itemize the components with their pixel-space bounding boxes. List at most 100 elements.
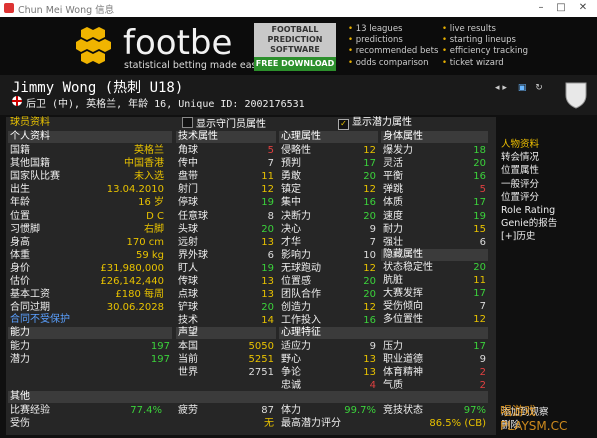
trait-label: 适应力 bbox=[281, 341, 311, 352]
trait-label: 压力 bbox=[383, 341, 403, 352]
free-download-button[interactable]: FREE DOWNLOAD bbox=[254, 57, 336, 71]
ad-features-left: 13 leagues predictions recommended bets … bbox=[348, 24, 439, 69]
technical-value: 11 bbox=[261, 171, 274, 183]
nav-item-genie-report[interactable]: Genie的报告 bbox=[501, 217, 591, 230]
technical-label: 技术 bbox=[178, 315, 198, 327]
technical-row: 头球 20 bbox=[176, 224, 276, 235]
ability-label: 潜力 bbox=[10, 354, 30, 365]
personal-value: D C bbox=[146, 210, 164, 222]
mental-value: 16 bbox=[363, 315, 376, 327]
best-potential-row: 最高潜力评分 86.5% (CB) bbox=[279, 418, 488, 429]
mental-label: 勇敢 bbox=[281, 171, 301, 183]
prev-arrow-icon[interactable]: ◂ bbox=[495, 83, 500, 93]
mental-row: 位置感 20 bbox=[279, 276, 378, 287]
ad-feature: ticket wizard bbox=[442, 58, 528, 69]
nav-item-position-attributes[interactable]: 位置属性 bbox=[501, 164, 591, 177]
hidden-row: 多位置性 12 bbox=[381, 314, 488, 325]
physical-label: 灵活 bbox=[383, 158, 403, 170]
mental-row: 团队合作 20 bbox=[279, 289, 378, 300]
nav-item-role-rating[interactable]: Role Rating bbox=[501, 204, 591, 217]
personal-label: 身价 bbox=[10, 262, 30, 274]
ad-banner[interactable]: footbe statistical betting made easy FOO… bbox=[0, 17, 597, 75]
technical-value: 12 bbox=[261, 184, 274, 196]
refresh-icon[interactable]: ↻ bbox=[535, 83, 543, 93]
contract-protection-link[interactable]: 合同不受保护 bbox=[8, 314, 172, 325]
reputation-header: 声望 bbox=[176, 327, 276, 339]
physical-label: 平衡 bbox=[383, 171, 403, 183]
technical-label: 铲球 bbox=[178, 302, 198, 314]
technical-value: 5 bbox=[267, 145, 274, 156]
injury-row: 受伤 bbox=[8, 418, 164, 429]
close-button[interactable]: ✕ bbox=[575, 1, 591, 15]
mental-label: 决心 bbox=[281, 223, 301, 235]
mental-row: 决断力 20 bbox=[279, 211, 378, 222]
tab-player-info[interactable]: 球员资料 bbox=[8, 117, 168, 129]
trait-value: 2 bbox=[479, 380, 486, 391]
best-potential-label: 最高潜力评分 bbox=[281, 418, 341, 429]
illness-value: 无 bbox=[264, 418, 274, 429]
personal-row: 其他国籍 中国香港 bbox=[8, 158, 166, 169]
injury-label: 受伤 bbox=[10, 418, 30, 429]
nav-item-general-rating[interactable]: 一般评分 bbox=[501, 178, 591, 191]
personal-value: 13.04.2010 bbox=[106, 184, 164, 196]
best-potential-value: 86.5% (CB) bbox=[429, 418, 486, 429]
nav-item-profile[interactable]: 人物资料 bbox=[501, 138, 591, 151]
personal-label: 基本工资 bbox=[10, 289, 50, 301]
mental-value: 10 bbox=[363, 249, 376, 261]
hidden-label: 大赛发挥 bbox=[383, 288, 423, 300]
technical-row: 盯人 19 bbox=[176, 263, 276, 274]
stamina-value: 99.7% bbox=[344, 405, 376, 416]
trait-value: 9 bbox=[369, 341, 376, 352]
physical-value: 18 bbox=[473, 145, 486, 156]
physical-label: 体质 bbox=[383, 197, 403, 209]
next-arrow-icon[interactable]: ▸ bbox=[502, 83, 507, 93]
other-header: 其他 bbox=[8, 391, 488, 403]
app-icon bbox=[4, 3, 14, 13]
mental-value: 12 bbox=[363, 302, 376, 314]
mental-label: 无球跑动 bbox=[281, 262, 321, 274]
maximize-button[interactable]: □ bbox=[553, 1, 569, 15]
personal-label: 年龄 bbox=[10, 197, 30, 209]
mental-row: 集中 16 bbox=[279, 197, 378, 208]
hidden-value: 12 bbox=[473, 314, 486, 326]
toggle-potential-attributes[interactable]: ✓ 显示潜力属性 bbox=[336, 117, 486, 130]
ability-header: 能力 bbox=[8, 327, 172, 339]
trait-row: 气质 2 bbox=[381, 380, 488, 391]
camera-icon[interactable]: ▣ bbox=[518, 83, 527, 93]
mental-value: 17 bbox=[363, 158, 376, 170]
technical-value: 20 bbox=[261, 302, 274, 314]
physical-row: 爆发力 18 bbox=[381, 145, 488, 156]
personal-value: 英格兰 bbox=[134, 145, 164, 156]
mental-label: 工作投入 bbox=[281, 315, 321, 327]
fatigue-label: 疲劳 bbox=[178, 405, 198, 416]
trait-value: 4 bbox=[369, 380, 376, 391]
ad-feature: 13 leagues bbox=[348, 24, 438, 35]
personal-label: 出生 bbox=[10, 184, 30, 196]
nav-item-position-rating[interactable]: 位置评分 bbox=[501, 191, 591, 204]
checkbox-icon[interactable] bbox=[182, 117, 193, 128]
personal-label: 习惯脚 bbox=[10, 223, 40, 235]
technical-label: 远射 bbox=[178, 236, 198, 248]
player-header: Jimmy Wong (热刺 U18) 后卫 (中), 英格兰, 年龄 16, … bbox=[0, 75, 597, 115]
mental-value: 12 bbox=[363, 262, 376, 274]
ad-feature: live results bbox=[442, 24, 528, 35]
technical-label: 盘带 bbox=[178, 171, 198, 183]
physical-value: 5 bbox=[479, 184, 486, 196]
trait-label: 争论 bbox=[281, 367, 301, 378]
technical-row: 角球 5 bbox=[176, 145, 276, 156]
personal-row: 出生 13.04.2010 bbox=[8, 184, 166, 195]
personal-value: £180 每周 bbox=[115, 289, 164, 301]
checked-checkbox-icon[interactable]: ✓ bbox=[338, 119, 349, 130]
nav-item-transfer[interactable]: 转会情况 bbox=[501, 151, 591, 164]
minimize-button[interactable]: – bbox=[533, 1, 549, 15]
ad-feature: predictions bbox=[348, 35, 438, 46]
personal-row: 国籍 英格兰 bbox=[8, 145, 166, 156]
toggle-gk-attributes[interactable]: 显示守门员属性 bbox=[180, 117, 320, 130]
personal-label: 估价 bbox=[10, 276, 30, 287]
personal-label: 身高 bbox=[10, 236, 30, 248]
reputation-label: 世界 bbox=[178, 367, 198, 378]
nav-item-history[interactable]: [+]历史 bbox=[501, 230, 591, 243]
technical-value: 13 bbox=[261, 276, 274, 287]
mental-label: 创造力 bbox=[281, 302, 311, 314]
personal-label: 合同过期 bbox=[10, 302, 50, 314]
